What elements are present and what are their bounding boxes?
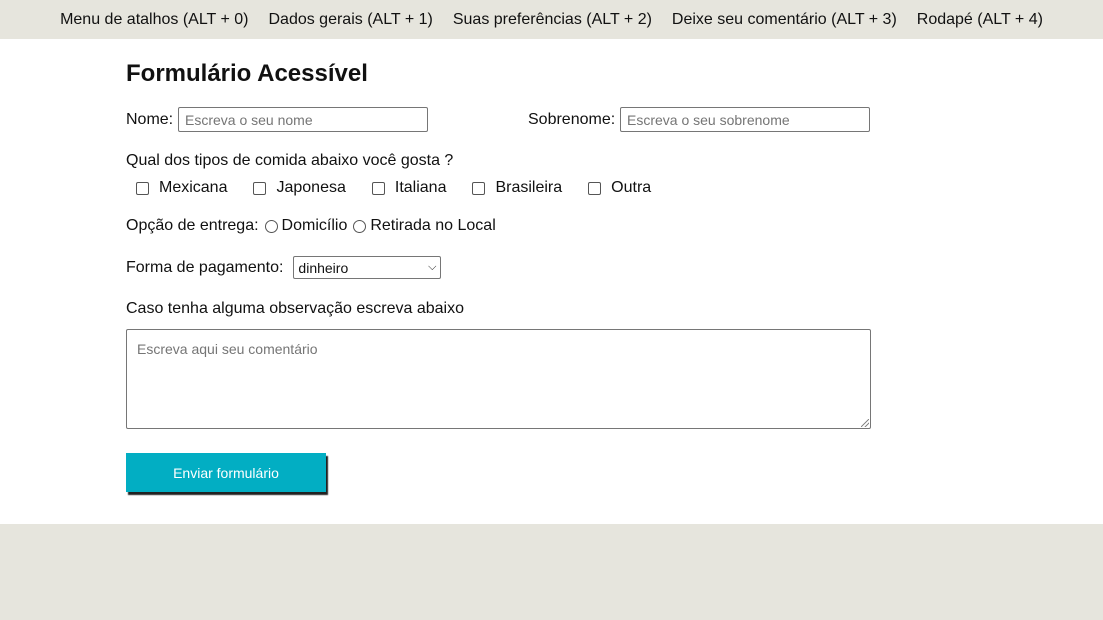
submit-button[interactable]: Enviar formulário — [126, 453, 326, 492]
food-label: Outra — [611, 179, 652, 196]
comment-placeholder: Escreva aqui seu comentário — [137, 341, 318, 357]
food-label: Brasileira — [495, 179, 563, 196]
payment-row: Forma de pagamento: dinheiro ⌵ — [126, 256, 442, 279]
checkbox[interactable] — [253, 181, 267, 195]
name-input[interactable] — [178, 107, 428, 132]
food-checkbox-group: Mexicana Japonesa Italiana Brasileira Ou… — [136, 179, 677, 197]
surname-input[interactable] — [620, 107, 870, 132]
nav-link-shortcut-menu[interactable]: Menu de atalhos (ALT + 0) — [50, 0, 258, 39]
checkbox[interactable] — [371, 181, 385, 195]
payment-selected-value: dinheiro — [298, 259, 349, 276]
page-title: Formulário Acessível — [126, 60, 368, 87]
observation-label: Caso tenha alguma observação escreva aba… — [126, 300, 464, 317]
name-label: Nome: — [126, 111, 174, 128]
food-option-japonesa[interactable]: Japonesa — [253, 179, 346, 197]
main-panel: Formulário Acessível Nome: Sobrenome: Qu… — [0, 39, 1103, 524]
food-label: Mexicana — [159, 179, 228, 196]
checkbox[interactable] — [136, 181, 149, 195]
payment-select[interactable]: dinheiro ⌵ — [293, 256, 442, 279]
delivery-row: Opção de entrega: Domicílio Retirada no … — [126, 217, 496, 235]
radio-button[interactable] — [353, 219, 367, 233]
food-option-outra[interactable]: Outra — [588, 179, 651, 197]
delivery-option-pickup[interactable]: Retirada no Local — [353, 217, 496, 235]
nav-link-comment[interactable]: Deixe seu comentário (ALT + 3) — [662, 0, 907, 39]
food-label: Japonesa — [276, 179, 346, 196]
shortcut-nav: Menu de atalhos (ALT + 0) Dados gerais (… — [0, 0, 1103, 39]
nav-link-general-data[interactable]: Dados gerais (ALT + 1) — [258, 0, 442, 39]
delivery-label: Opção de entrega: — [126, 217, 259, 234]
name-row: Nome: Sobrenome: — [126, 107, 871, 133]
food-option-italiana[interactable]: Italiana — [371, 179, 447, 197]
checkbox[interactable] — [472, 181, 486, 195]
nav-link-preferences[interactable]: Suas preferências (ALT + 2) — [443, 0, 662, 39]
delivery-option-label: Retirada no Local — [370, 217, 496, 234]
comment-textarea[interactable]: Escreva aqui seu comentário — [126, 329, 871, 429]
chevron-down-icon: ⌵ — [428, 261, 437, 273]
nav-link-footer[interactable]: Rodapé (ALT + 4) — [907, 0, 1053, 39]
checkbox[interactable] — [588, 181, 602, 195]
delivery-option-label: Domicílio — [281, 217, 348, 234]
food-option-brasileira[interactable]: Brasileira — [472, 179, 562, 197]
food-option-mexicana[interactable]: Mexicana — [136, 179, 227, 197]
resize-grip-icon[interactable] — [861, 419, 869, 427]
payment-label: Forma de pagamento: — [126, 258, 284, 276]
radio-button[interactable] — [264, 219, 278, 233]
delivery-option-home[interactable]: Domicílio — [264, 217, 348, 235]
surname-label: Sobrenome: — [528, 111, 616, 128]
food-question: Qual dos tipos de comida abaixo você gos… — [126, 152, 454, 169]
food-label: Italiana — [394, 179, 447, 196]
